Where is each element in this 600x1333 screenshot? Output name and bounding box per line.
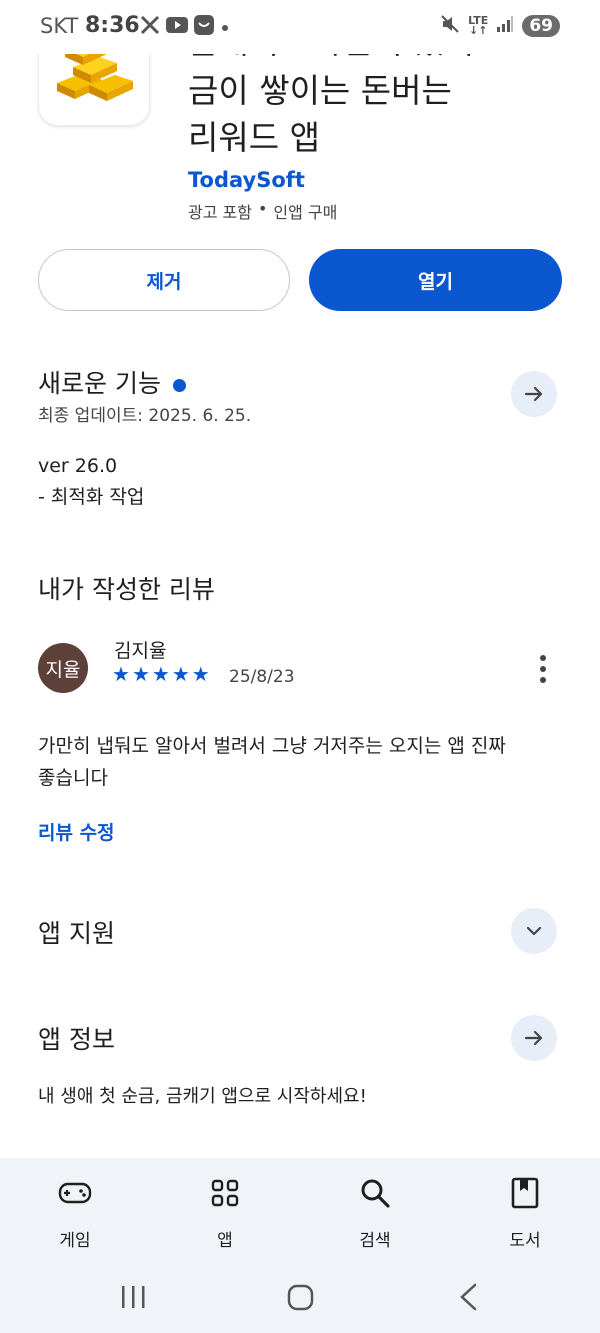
star-icon: ★ — [112, 662, 130, 686]
app-support-title: 앱 지원 — [38, 919, 115, 948]
status-bar: SKT 8:36 LTE ↓↑ 69 — [0, 0, 600, 54]
notification-icons — [140, 15, 230, 39]
shopping-icon — [194, 15, 214, 39]
nav-item-search[interactable]: 검색 — [325, 1176, 425, 1251]
recent-apps-icon[interactable] — [122, 1286, 145, 1308]
more-notifications-dot — [220, 18, 230, 37]
last-updated: 최종 업데이트: 2025. 6. 25. — [38, 406, 252, 426]
nav-label-search: 검색 — [359, 1231, 391, 1251]
whats-new-title: 새로운 기능 — [38, 369, 161, 398]
nav-item-games[interactable]: 게임 — [25, 1176, 125, 1251]
bottom-navigation: 게임 앱 검색 도서 — [0, 1158, 600, 1333]
app-info-arrow-button[interactable] — [511, 1015, 557, 1061]
review-date: 25/8/23 — [229, 667, 295, 687]
book-icon — [475, 1176, 575, 1210]
star-rating: ★ ★ ★ ★ ★ — [112, 662, 210, 686]
system-indicators: LTE ↓↑ 69 — [440, 14, 560, 38]
app-title-line-3: 리워드 앱 — [188, 118, 320, 157]
iap-label: 인앱 구매 — [273, 203, 338, 222]
app-description: 내 생애 첫 순금, 금캐기 앱으로 시작하세요! — [38, 1086, 367, 1107]
youtube-icon — [166, 16, 188, 38]
chevron-down-icon — [526, 926, 542, 936]
star-icon: ★ — [131, 662, 150, 686]
system-navigation-bar — [0, 1280, 600, 1320]
edit-review-link[interactable]: 리뷰 수정 — [38, 818, 115, 845]
gamepad-icon — [25, 1176, 125, 1210]
nav-item-books[interactable]: 도서 — [475, 1176, 575, 1251]
update-note: - 최적화 작업 — [38, 486, 145, 508]
nav-label-games: 게임 — [59, 1231, 91, 1251]
review-text-line-1: 가만히 냅둬도 알아서 벌려서 그냥 거저주는 오지는 앱 진짜 — [38, 735, 506, 757]
app-support-expand-button[interactable] — [511, 908, 557, 954]
nav-label-apps: 앱 — [217, 1231, 233, 1251]
x-logo-icon — [140, 15, 160, 39]
meta-separator: • — [257, 199, 268, 218]
star-icon: ★ — [171, 662, 190, 686]
mute-icon — [440, 14, 460, 38]
arrow-right-icon — [524, 1030, 543, 1046]
signal-icon — [496, 15, 514, 37]
uninstall-button[interactable]: 제거 — [38, 249, 290, 311]
arrow-right-icon — [524, 386, 543, 402]
my-review-title: 내가 작성한 리뷰 — [38, 575, 215, 604]
search-icon — [325, 1176, 425, 1210]
star-icon: ★ — [151, 662, 170, 686]
home-icon[interactable] — [287, 1284, 314, 1311]
ads-label: 광고 포함 — [188, 203, 252, 222]
apps-grid-icon — [175, 1176, 275, 1210]
nav-item-apps[interactable]: 앱 — [175, 1176, 275, 1251]
developer-link[interactable]: TodaySoft — [188, 168, 305, 192]
back-icon[interactable] — [460, 1283, 477, 1311]
new-indicator-dot — [172, 378, 186, 392]
battery-level: 69 — [522, 15, 560, 37]
avatar: 지율 — [38, 643, 88, 693]
carrier-label: SKT — [40, 14, 79, 38]
whats-new-arrow-button[interactable] — [511, 371, 557, 417]
review-text-line-2: 좋습니다 — [38, 767, 108, 789]
open-button[interactable]: 열기 — [309, 249, 562, 311]
network-type: LTE ↓↑ — [468, 14, 489, 37]
app-info-title: 앱 정보 — [38, 1025, 115, 1054]
nav-label-books: 도서 — [509, 1231, 541, 1251]
clock: 8:36 — [85, 13, 140, 38]
whats-new-heading: 새로운 기능 — [38, 364, 186, 400]
star-icon: ★ — [191, 662, 210, 686]
app-meta: 광고 포함 • 인앱 구매 — [188, 199, 337, 223]
version-text: ver 26.0 — [38, 455, 118, 477]
reviewer-name: 김지율 — [114, 640, 167, 662]
review-more-options-icon[interactable] — [530, 652, 556, 686]
app-title-line-2: 금이 쌓이는 돈버는 — [188, 71, 452, 110]
